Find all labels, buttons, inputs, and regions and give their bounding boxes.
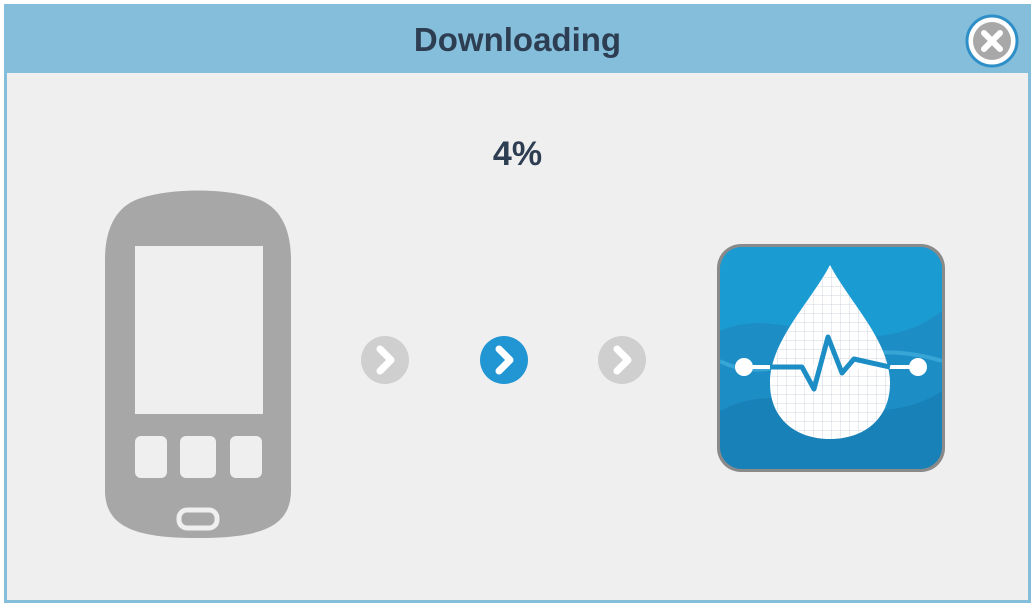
title-bar: Downloading — [7, 7, 1028, 73]
close-button[interactable] — [964, 13, 1020, 69]
app-icon — [714, 241, 948, 475]
drop-heartbeat-icon — [717, 244, 945, 472]
close-icon — [965, 14, 1019, 68]
dialog-title: Downloading — [413, 21, 622, 58]
step-indicator-1 — [359, 334, 411, 386]
glucose-meter-icon — [103, 190, 293, 538]
chevron-right-icon — [361, 336, 409, 384]
download-dialog: Downloading 4% — [4, 4, 1031, 603]
step-indicator-3 — [596, 334, 648, 386]
step-indicator-2 — [478, 334, 530, 386]
chevron-right-icon — [480, 336, 528, 384]
chevron-right-icon — [598, 336, 646, 384]
progress-percent: 4% — [492, 135, 543, 173]
